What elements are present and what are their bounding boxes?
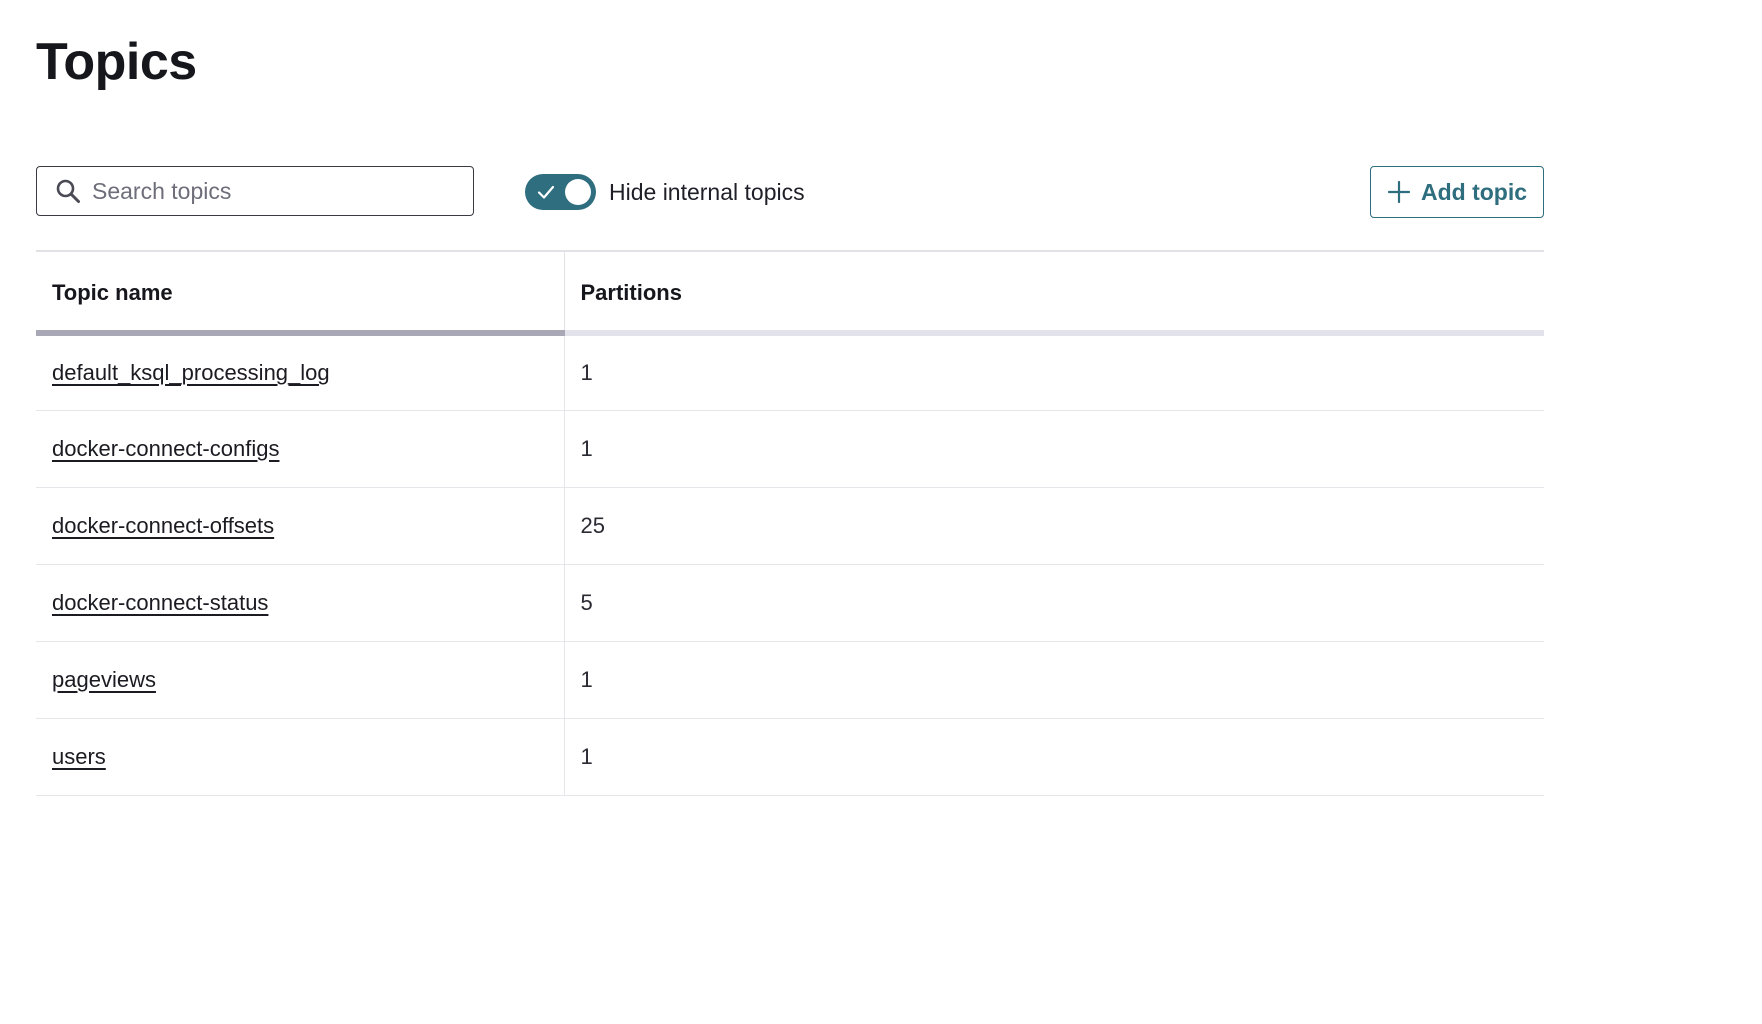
add-topic-button[interactable]: Add topic: [1370, 166, 1544, 218]
column-header-partitions[interactable]: Partitions: [564, 251, 1544, 336]
search-input[interactable]: [92, 171, 452, 211]
table-header-row: Topic name Partitions: [36, 251, 1544, 336]
topic-name-cell: users: [36, 718, 565, 796]
partitions-cell: 5: [564, 564, 1544, 642]
hide-internal-topics-toggle[interactable]: Hide internal topics: [525, 174, 805, 210]
plus-icon: [1387, 180, 1411, 204]
topics-table-container: Topic name Partitions default_ksql_proce…: [36, 250, 1544, 796]
partitions-cell: 1: [564, 410, 1544, 488]
column-header-topic-name[interactable]: Topic name: [36, 251, 565, 336]
table-row: docker-connect-status 5: [36, 564, 1544, 642]
partitions-cell: 25: [564, 487, 1544, 565]
table-row: docker-connect-configs 1: [36, 410, 1544, 488]
table-row: users 1: [36, 718, 1544, 796]
topic-link[interactable]: users: [52, 744, 106, 769]
topic-link[interactable]: docker-connect-configs: [52, 436, 279, 461]
toolbar: Hide internal topics Add topic: [36, 166, 1544, 218]
search-icon: [54, 177, 82, 205]
table-row: default_ksql_processing_log 1: [36, 333, 1544, 411]
partitions-cell: 1: [564, 718, 1544, 796]
topic-name-cell: docker-connect-configs: [36, 410, 565, 488]
check-icon: [537, 185, 555, 199]
table-row: pageviews 1: [36, 641, 1544, 719]
topic-link[interactable]: docker-connect-offsets: [52, 513, 274, 538]
table-row: docker-connect-offsets 25: [36, 487, 1544, 565]
topic-name-cell: default_ksql_processing_log: [36, 333, 565, 411]
topics-table: Topic name Partitions default_ksql_proce…: [36, 250, 1544, 796]
toggle-switch[interactable]: [525, 174, 596, 210]
search-box[interactable]: [36, 166, 474, 216]
topic-name-cell: docker-connect-offsets: [36, 487, 565, 565]
page-title: Topics: [36, 33, 197, 91]
topic-name-cell: docker-connect-status: [36, 564, 565, 642]
toggle-knob: [565, 179, 591, 205]
topic-link[interactable]: pageviews: [52, 667, 156, 692]
toggle-label: Hide internal topics: [609, 178, 805, 205]
partitions-cell: 1: [564, 641, 1544, 719]
partitions-cell: 1: [564, 333, 1544, 411]
topic-name-cell: pageviews: [36, 641, 565, 719]
topic-link[interactable]: default_ksql_processing_log: [52, 360, 330, 385]
topic-link[interactable]: docker-connect-status: [52, 590, 268, 615]
add-topic-label: Add topic: [1420, 178, 1528, 205]
